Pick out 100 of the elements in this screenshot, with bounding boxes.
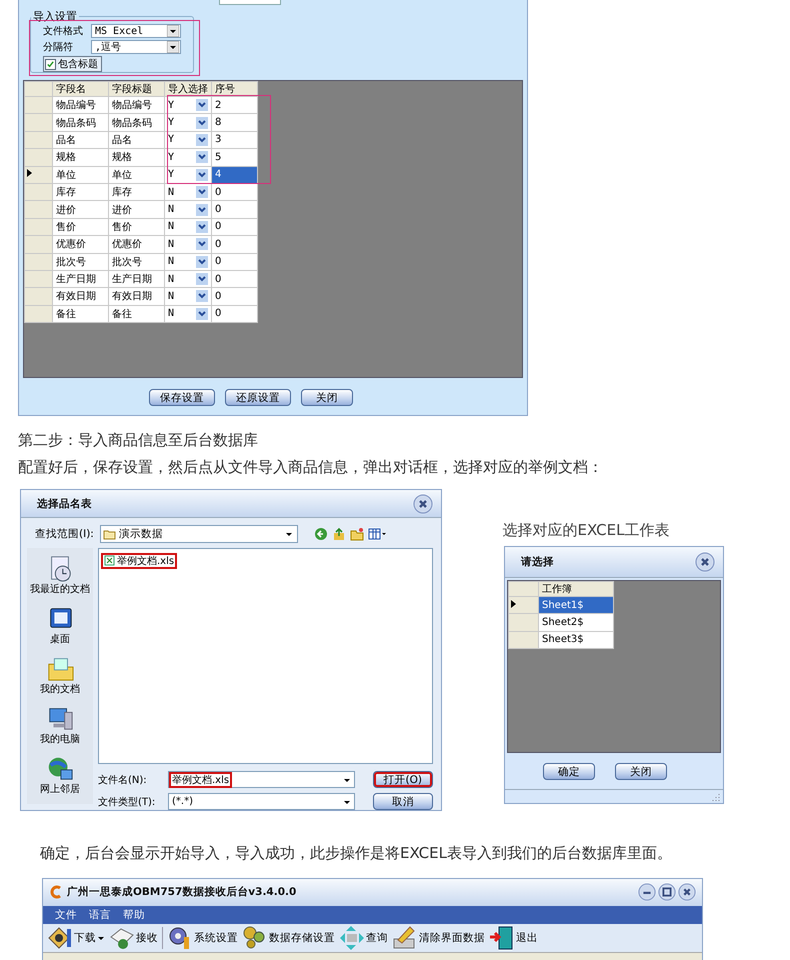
cancel-button[interactable]: 取消 [373,793,433,810]
toolbar-button[interactable]: 清除界面数据 [392,925,485,952]
dialog-title: 请选择 [521,555,554,569]
table-cell[interactable]: Sheet2$ [538,614,614,632]
table-cell[interactable]: 5 [212,148,258,166]
view-menu-icon[interactable] [368,527,386,541]
close-icon[interactable] [678,883,696,902]
table-cell[interactable]: 3 [212,131,258,149]
toolbar-button[interactable]: 接收 [109,925,158,952]
import-choice[interactable]: N [168,256,174,268]
grid-row[interactable]: 品名 品名 Y 3 [24,131,258,149]
menu-item[interactable]: 文件 [55,908,77,922]
table-cell[interactable]: 2 [212,96,258,114]
import-choice[interactable]: N [168,274,174,285]
column-header[interactable]: 工作簿 [538,582,614,596]
place-shortcut[interactable]: 我的电脑 [40,704,80,746]
toolbar-button[interactable]: 查询 [339,925,388,952]
dialog-button[interactable]: 关闭 [301,389,353,406]
menu-item[interactable]: 语言 [89,908,111,922]
grid-row[interactable]: 有效日期 有效日期 N 0 [24,288,258,306]
table-cell: 批次号 [108,253,164,270]
toolbar-button[interactable]: 下载 [47,925,105,952]
column-header[interactable]: 字段名 [52,82,108,96]
close-icon[interactable] [413,494,433,514]
import-choice[interactable]: Y [168,169,174,180]
table-cell[interactable]: 0 [212,183,258,201]
table-cell[interactable]: 0 [212,288,258,306]
grid-row[interactable]: 优惠价 优惠价 N 0 [24,236,258,254]
table-cell: 进价 [52,200,108,218]
table-cell: 批次号 [52,253,108,270]
import-choice[interactable]: Y [168,100,174,111]
import-choice[interactable]: Y [168,117,174,128]
separator-dropdown[interactable]: ,逗号 [91,40,181,54]
grid-row[interactable]: 生产日期 生产日期 N 0 [24,270,258,288]
grid-row[interactable]: 库存 库存 N 0 [24,183,258,201]
table-cell[interactable]: 0 [212,270,258,288]
import-choice[interactable]: N [168,238,174,250]
table-cell[interactable]: 8 [212,114,258,132]
grid-row[interactable]: 规格 规格 Y 5 [24,148,258,166]
import-choice[interactable]: N [168,290,174,302]
include-header-checkbox[interactable]: 包含标题 [43,56,102,72]
up-folder-icon[interactable] [332,527,346,541]
dialog-button[interactable]: 还原设置 [225,389,291,406]
file-type-dropdown[interactable]: (*.*) [168,793,355,810]
grid-row[interactable]: 进价 进价 N 0 [24,200,258,218]
minimize-icon[interactable] [638,883,656,902]
grid-row[interactable]: 单位 单位 Y 4 [24,166,258,184]
place-shortcut[interactable]: 我的文档 [40,654,80,696]
place-shortcut[interactable]: 我最近的文档 [30,554,90,596]
back-icon[interactable] [314,527,328,541]
column-header[interactable]: 导入选择 [164,82,212,96]
place-shortcut[interactable]: 网上邻居 [40,754,80,796]
table-cell[interactable]: 0 [212,218,258,236]
table-cell[interactable]: Sheet3$ [538,631,614,649]
import-choice[interactable]: N [168,221,174,232]
grid-row[interactable]: Sheet3$ [508,631,614,649]
grid-row[interactable]: 物品编号 物品编号 Y 2 [24,96,258,114]
import-choice[interactable]: Y [168,152,174,163]
file-item[interactable]: 举例文档.xls [101,552,178,568]
table-cell[interactable]: 0 [212,253,258,270]
toolbar-button[interactable]: 退出 [489,925,538,952]
place-shortcut[interactable]: 桌面 [46,604,74,646]
grid-row[interactable]: 售价 售价 N 0 [24,218,258,236]
toolbar-button[interactable]: 数据存储设置 [242,925,335,952]
column-header[interactable]: 字段标题 [108,82,164,96]
table-cell[interactable]: 4 [212,166,258,184]
import-choice[interactable]: N [168,186,174,198]
new-folder-icon[interactable] [350,527,364,541]
dropdown-arrow-icon[interactable] [167,41,179,53]
grid-row[interactable]: Sheet2$ [508,614,614,632]
maximize-icon[interactable] [658,883,676,902]
menu-item[interactable]: 帮助 [123,908,145,922]
checkbox-icon[interactable] [45,58,56,70]
grid-row[interactable]: 批次号 批次号 N 0 [24,253,258,270]
table-cell[interactable]: 0 [212,236,258,254]
table-cell: 备往 [52,305,108,323]
import-choice[interactable]: N [168,204,174,216]
open-button[interactable]: 打开(O) [372,771,433,788]
import-choice[interactable]: Y [168,134,174,146]
caption-text: 选择对应的EXCEL工作表 [502,521,670,540]
grid-row[interactable]: 备往 备往 N 0 [24,305,258,323]
close-icon[interactable] [695,552,715,572]
dialog-button[interactable]: 保存设置 [149,389,215,406]
table-cell[interactable]: 0 [212,305,258,323]
grid-row[interactable]: 物品条码 物品条码 Y 8 [24,114,258,132]
dialog-button[interactable]: 关闭 [615,763,667,780]
grid-row[interactable]: Sheet1$ [508,596,614,614]
dropdown-arrow-icon[interactable] [167,25,179,37]
caret-icon[interactable] [97,934,105,942]
toolbar-button[interactable]: 系统设置 [167,925,238,952]
resize-grip-icon[interactable] [712,792,720,800]
file-name-field[interactable]: 举例文档.xls [168,771,355,788]
column-header[interactable]: 序号 [212,82,258,96]
table-cell: 优惠价 [108,236,164,254]
table-cell[interactable]: 0 [212,200,258,218]
import-choice[interactable]: N [168,308,174,320]
file-format-dropdown[interactable]: MS Excel [91,24,181,38]
table-cell[interactable]: Sheet1$ [538,596,614,614]
dialog-button[interactable]: 确定 [543,763,595,780]
look-in-dropdown[interactable]: 演示数据 [100,525,298,543]
